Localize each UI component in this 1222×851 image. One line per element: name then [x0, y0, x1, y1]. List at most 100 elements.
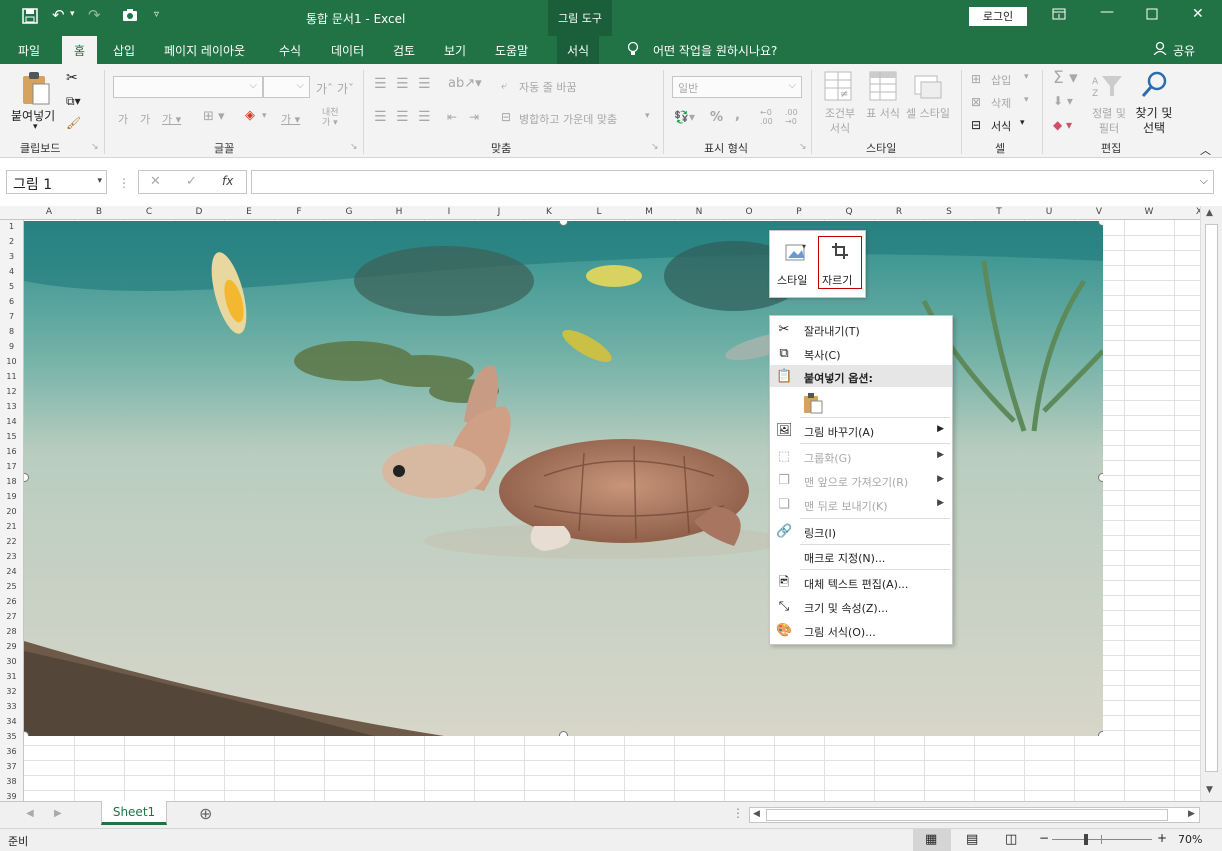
row-header[interactable]: 39: [0, 792, 23, 801]
column-header[interactable]: V: [1089, 207, 1109, 217]
column-header[interactable]: P: [789, 207, 809, 217]
column-header[interactable]: J: [489, 207, 509, 217]
formula-input[interactable]: ⌵: [251, 170, 1214, 194]
tab-format[interactable]: 서식: [557, 36, 600, 64]
row-header[interactable]: 19: [0, 492, 23, 501]
format-table-button[interactable]: 표 서식: [864, 106, 902, 121]
row-header[interactable]: 27: [0, 612, 23, 621]
menu-item-assign-macro[interactable]: 매크로 지정(N)...: [770, 545, 952, 569]
page-layout-view-icon[interactable]: ▤: [966, 832, 978, 847]
border-icon[interactable]: ⊞ ▾: [203, 109, 225, 124]
split-handle-icon[interactable]: ⋮: [732, 806, 744, 820]
row-header[interactable]: 20: [0, 507, 23, 516]
resize-handle[interactable]: [1098, 731, 1103, 736]
middle-align-icon[interactable]: ☰: [396, 76, 409, 92]
delete-cells-icon[interactable]: ⊠: [971, 95, 981, 109]
menu-item-change-picture[interactable]: 🖼 그림 바꾸기(A) ▶: [770, 419, 952, 443]
zoom-in-icon[interactable]: +: [1157, 831, 1167, 845]
tab-data[interactable]: 데이터: [331, 42, 364, 59]
zoom-level[interactable]: 70%: [1178, 833, 1202, 846]
percent-icon[interactable]: %: [710, 110, 723, 125]
row-header[interactable]: 3: [0, 252, 23, 261]
row-header[interactable]: 13: [0, 402, 23, 411]
italic-icon[interactable]: 가: [140, 111, 150, 127]
format-cells-icon[interactable]: ⊟: [971, 118, 981, 132]
menu-item-alt-text[interactable]: 🖻 대체 텍스트 편집(A)...: [770, 571, 952, 595]
cell-styles-icon[interactable]: [913, 70, 943, 105]
undo-icon[interactable]: ↶: [52, 6, 65, 24]
sort-filter-button[interactable]: 정렬 및 필터: [1087, 106, 1131, 136]
tab-page-layout[interactable]: 페이지 레이아웃: [164, 42, 245, 59]
share-button[interactable]: 공유: [1173, 42, 1195, 59]
row-header[interactable]: 22: [0, 537, 23, 546]
menu-item-copy[interactable]: ⧉ 복사(C): [770, 342, 952, 366]
maximize-icon[interactable]: [1146, 8, 1158, 24]
row-header[interactable]: 31: [0, 672, 23, 681]
tab-insert[interactable]: 삽입: [113, 42, 135, 59]
menu-item-size-properties[interactable]: ⤡ 크기 및 속성(Z)...: [770, 595, 952, 619]
collapse-ribbon-icon[interactable]: ︿: [1200, 142, 1211, 158]
row-header[interactable]: 15: [0, 432, 23, 441]
horizontal-scrollbar[interactable]: ◀ ▶: [749, 807, 1200, 823]
login-button[interactable]: 로그인: [969, 7, 1027, 26]
camera-icon[interactable]: [122, 8, 138, 26]
format-painter-icon[interactable]: 🖌: [66, 116, 81, 130]
save-icon[interactable]: [22, 8, 38, 28]
row-header[interactable]: 35: [0, 732, 23, 741]
clipboard-launcher-icon[interactable]: ↘: [91, 142, 99, 152]
fill-color-icon[interactable]: ◈: [245, 108, 255, 123]
vertical-scrollbar[interactable]: ▲ ▼: [1200, 206, 1222, 801]
menu-item-cut[interactable]: ✂ 잘라내기(T): [770, 318, 952, 342]
column-header[interactable]: L: [589, 207, 609, 217]
row-header[interactable]: 32: [0, 687, 23, 696]
column-header[interactable]: O: [739, 207, 759, 217]
zoom-out-icon[interactable]: −: [1039, 831, 1049, 845]
row-header[interactable]: 5: [0, 282, 23, 291]
menu-item-bring-front[interactable]: ❐ 맨 앞으로 가져오기(R) ▶: [770, 469, 952, 493]
format-cells-button[interactable]: 서식: [991, 118, 1011, 134]
scroll-up-icon[interactable]: ▲: [1206, 208, 1213, 218]
merge-dropdown-icon[interactable]: ▾: [645, 111, 650, 121]
menu-item-send-back[interactable]: ❏ 맨 뒤로 보내기(K) ▶: [770, 493, 952, 517]
name-box[interactable]: 그림 1 ▾: [6, 170, 107, 194]
column-header[interactable]: A: [39, 207, 59, 217]
next-sheet-icon[interactable]: ▶: [54, 808, 62, 819]
font-name-dropdown[interactable]: ⌵: [113, 76, 263, 98]
font-color-icon[interactable]: 가 ▾: [281, 111, 300, 127]
scroll-thumb[interactable]: [1205, 224, 1218, 772]
scroll-down-icon[interactable]: ▼: [1206, 785, 1213, 795]
row-header[interactable]: 37: [0, 762, 23, 771]
find-select-icon[interactable]: [1139, 70, 1169, 103]
customize-qat-icon[interactable]: ▿: [154, 9, 159, 20]
column-header[interactable]: S: [939, 207, 959, 217]
fill-icon[interactable]: ⬇ ▾: [1053, 94, 1073, 108]
row-header[interactable]: 11: [0, 372, 23, 381]
wrap-text-button[interactable]: 자동 줄 바꿈: [519, 79, 577, 95]
row-header[interactable]: 34: [0, 717, 23, 726]
column-header[interactable]: I: [439, 207, 459, 217]
bold-icon[interactable]: 가: [118, 111, 128, 127]
tell-me-input[interactable]: 어떤 작업을 원하시나요?: [653, 42, 777, 59]
column-header[interactable]: R: [889, 207, 909, 217]
column-header[interactable]: C: [139, 207, 159, 217]
tab-home[interactable]: 홈: [62, 36, 98, 65]
name-box-dropdown-icon[interactable]: ▾: [97, 176, 102, 186]
decrease-font-icon[interactable]: 가ˇ: [337, 80, 354, 97]
row-header[interactable]: 23: [0, 552, 23, 561]
row-header[interactable]: 16: [0, 447, 23, 456]
orientation-icon[interactable]: ab↗▾: [448, 76, 482, 91]
autosum-icon[interactable]: Σ ▾: [1053, 68, 1078, 88]
accounting-icon[interactable]: 💱▾: [674, 110, 695, 124]
row-header[interactable]: 8: [0, 327, 23, 336]
resize-handle[interactable]: [559, 731, 568, 736]
row-header[interactable]: 26: [0, 597, 23, 606]
row-header[interactable]: 9: [0, 342, 23, 351]
tab-view[interactable]: 보기: [444, 42, 466, 59]
bottom-align-icon[interactable]: ☰: [418, 76, 431, 92]
add-sheet-icon[interactable]: ⊕: [199, 804, 212, 823]
increase-indent-icon[interactable]: ⇥: [469, 110, 479, 124]
format-table-icon[interactable]: [868, 70, 898, 105]
insert-dropdown-icon[interactable]: ▾: [1024, 72, 1029, 82]
share-icon[interactable]: [1153, 41, 1167, 58]
ribbon-display-icon[interactable]: [1052, 8, 1066, 24]
